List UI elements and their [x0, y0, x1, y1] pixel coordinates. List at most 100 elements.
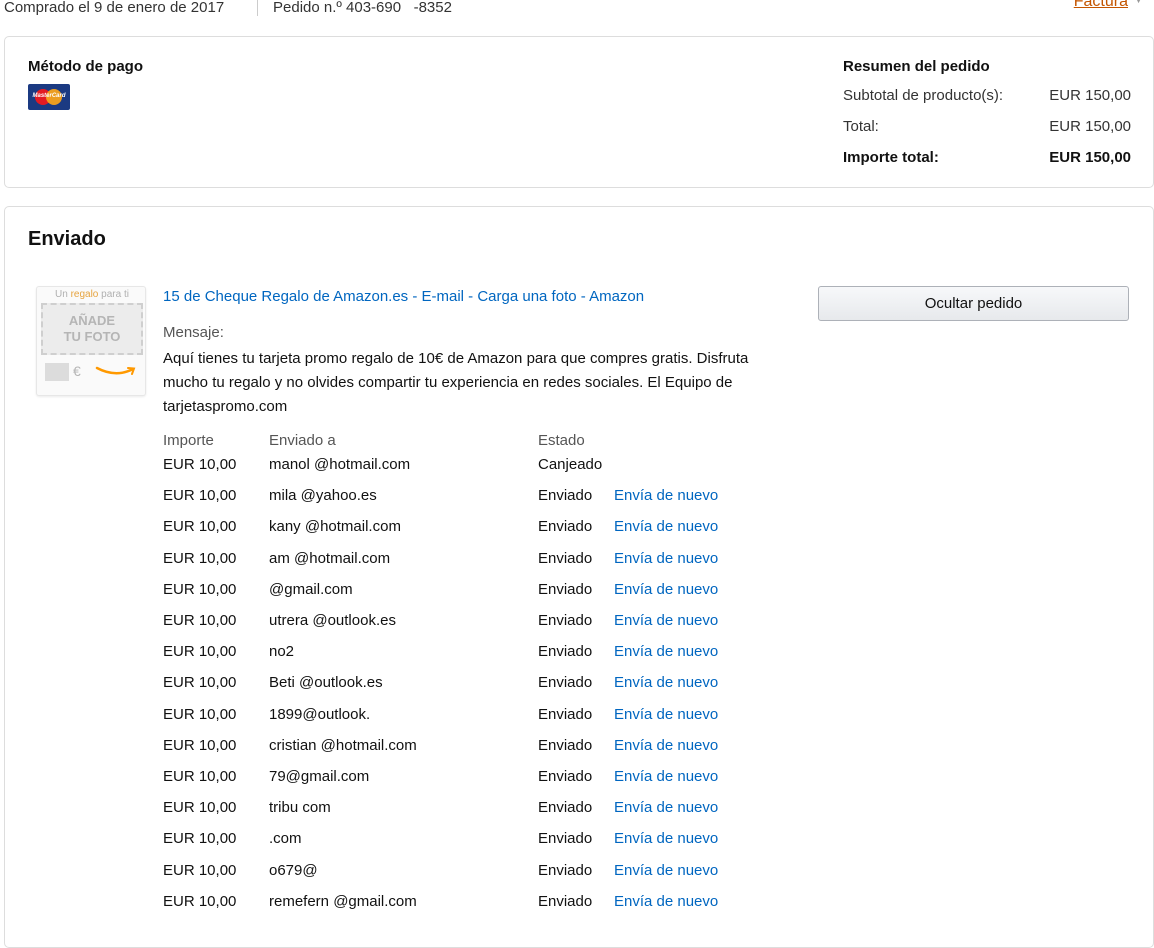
recipient-email-cell: cristian @hotmail.com	[269, 736, 417, 754]
order-summary-title: Resumen del pedido	[843, 58, 990, 75]
amount-cell: EUR 10,00	[163, 674, 237, 692]
recipient-email-cell: am @hotmail.com	[269, 549, 391, 567]
resend-link[interactable]: Envía de nuevo	[614, 487, 718, 504]
subtotal-value: EUR 150,00	[1049, 87, 1131, 104]
amount-cell: EUR 10,00	[163, 456, 237, 473]
recipient-email-cell: 1899@outlook.	[269, 705, 371, 723]
recipient-email-cell: mila @yahoo.es	[269, 487, 377, 505]
status-cell: Enviado	[538, 580, 593, 598]
resend-link[interactable]: Envía de nuevo	[614, 550, 718, 567]
subtotal-label: Subtotal de producto(s):	[843, 87, 1004, 104]
status-cell: Enviado	[538, 768, 593, 785]
gift-card-thumbnail[interactable]: Un regalo para ti AÑADE TU FOTO €	[36, 286, 146, 396]
status-cell: Enviado	[538, 861, 593, 879]
grand-total-value: EUR 150,00	[1049, 149, 1131, 166]
order-header: Comprado el 9 de enero de 2017 Pedido n.…	[0, 0, 1154, 20]
recipient-email-cell: tribu com	[269, 799, 331, 817]
table-row: EUR 10,00 mila @yahoo.es Enviado Envía de n…	[5, 487, 1153, 518]
status-cell: Canjeado	[538, 456, 603, 473]
table-row: EUR 10,00 79@gmail.com Enviado Envía de nu…	[5, 768, 1153, 799]
resend-link[interactable]: Envía de nuevo	[614, 706, 718, 723]
table-row: EUR 10,00 manol @hotmail.com Canjeado	[5, 456, 1153, 487]
column-header-status: Estado	[538, 432, 585, 449]
table-row: EUR 10,00 Beti @outlook.es Enviado Envía de…	[5, 674, 1153, 705]
amazon-smile-icon	[95, 366, 136, 375]
table-row: EUR 10,00 .com Enviado Envía de nuevo	[5, 830, 1153, 861]
resend-link[interactable]: Envía de nuevo	[614, 893, 718, 910]
recipient-email-cell: no2	[269, 643, 295, 661]
status-cell: Enviado	[538, 799, 593, 817]
amount-cell: EUR 10,00	[163, 518, 237, 536]
recipient-email-cell: remefern @gmail.com	[269, 892, 417, 910]
recipient-email-cell: .com	[269, 830, 302, 848]
column-header-amount: Importe	[163, 432, 214, 449]
resend-link[interactable]: Envía de nuevo	[614, 799, 718, 816]
mastercard-icon: MasterCard	[28, 84, 70, 110]
table-row: EUR 10,00 cristian @hotmail.com Enviado Env…	[5, 737, 1153, 768]
shipment-status-title: Enviado	[28, 228, 106, 250]
thumbnail-caption: Un regalo para ti	[55, 289, 129, 300]
resend-link[interactable]: Envía de nuevo	[614, 643, 718, 660]
amount-cell: EUR 10,00	[163, 612, 237, 629]
shipment-box: Enviado Un regalo para ti AÑADE TU FOTO …	[4, 206, 1154, 948]
status-cell: Enviado	[538, 674, 593, 692]
payment-method-title: Método de pago	[28, 58, 143, 75]
resend-link[interactable]: Envía de nuevo	[614, 768, 718, 785]
recipient-email-cell: kany @hotmail.com	[269, 518, 401, 536]
amount-cell: EUR 10,00	[163, 580, 237, 598]
recipient-email-cell: o679@	[269, 861, 318, 879]
total-label: Total:	[843, 118, 879, 135]
amount-cell: EUR 10,00	[163, 549, 237, 567]
column-header-sent-to: Enviado a	[269, 432, 336, 449]
status-cell: Enviado	[538, 736, 593, 754]
status-cell: Enviado	[538, 892, 593, 910]
table-row: EUR 10,00 @gmail.com Enviado Envía de nuev…	[5, 581, 1153, 612]
status-cell: Enviado	[538, 643, 593, 661]
status-cell: Enviado	[538, 487, 593, 505]
recipient-email-cell: utrera @outlook.es	[269, 612, 396, 629]
amount-cell: EUR 10,00	[163, 892, 237, 910]
amount-cell: EUR 10,00	[163, 861, 237, 879]
amount-cell: EUR 10,00	[163, 705, 237, 723]
table-row: EUR 10,00 1899@outlook. Enviado Envía de n…	[5, 706, 1153, 737]
header-divider	[257, 0, 258, 16]
hide-order-button[interactable]: Ocultar pedido	[818, 286, 1129, 321]
resend-link[interactable]: Envía de nuevo	[614, 674, 718, 691]
resend-link[interactable]: Envía de nuevo	[614, 518, 718, 535]
resend-link[interactable]: Envía de nuevo	[614, 612, 718, 629]
status-cell: Enviado	[538, 518, 593, 536]
table-row: EUR 10,00 remefern @gmail.com Enviado Envía…	[5, 893, 1153, 924]
card-brand-text: MasterCard	[32, 93, 66, 99]
status-cell: Enviado	[538, 549, 593, 567]
total-value: EUR 150,00	[1049, 118, 1131, 135]
photo-placeholder: AÑADE TU FOTO	[41, 303, 143, 355]
recipient-email-cell: manol @hotmail.com	[269, 456, 411, 473]
amount-cell: EUR 10,00	[163, 799, 237, 817]
message-text: Aquí tienes tu tarjeta promo regalo de 1…	[163, 350, 749, 415]
table-row: EUR 10,00 no2 Enviado Envía de nuevo	[5, 643, 1153, 674]
order-summary-box: Método de pago MasterCard Resumen del pe…	[4, 36, 1154, 188]
message-label: Mensaje:	[163, 324, 224, 341]
status-cell: Enviado	[538, 830, 593, 848]
amount-cell: EUR 10,00	[163, 736, 237, 754]
euro-symbol: €	[73, 363, 81, 379]
table-row: EUR 10,00 kany @hotmail.com Enviado Envía d…	[5, 518, 1153, 549]
table-row: EUR 10,00 utrera @outlook.es Enviado Envía …	[5, 612, 1153, 643]
product-link[interactable]: 15 de Cheque Regalo de Amazon.es - E-mai…	[163, 288, 644, 305]
recipient-email-cell: 79@gmail.com	[269, 768, 370, 785]
invoice-link[interactable]: Factura	[1074, 0, 1128, 11]
recipient-email-cell: Beti @outlook.es	[269, 674, 383, 692]
resend-link[interactable]: Envía de nuevo	[614, 862, 718, 879]
amount-cell: EUR 10,00	[163, 643, 237, 661]
resend-link[interactable]: Envía de nuevo	[614, 581, 718, 598]
chevron-down-icon[interactable]: ▼	[1133, 0, 1144, 6]
status-cell: Enviado	[538, 612, 593, 629]
resend-link[interactable]: Envía de nuevo	[614, 830, 718, 847]
amount-cell: EUR 10,00	[163, 830, 237, 848]
amount-placeholder	[45, 363, 69, 381]
recipient-email-cell: @gmail.com	[269, 580, 353, 598]
table-row: EUR 10,00 am @hotmail.com Enviado Envía de …	[5, 550, 1153, 581]
status-cell: Enviado	[538, 705, 593, 723]
resend-link[interactable]: Envía de nuevo	[614, 737, 718, 754]
amount-cell: EUR 10,00	[163, 768, 237, 785]
